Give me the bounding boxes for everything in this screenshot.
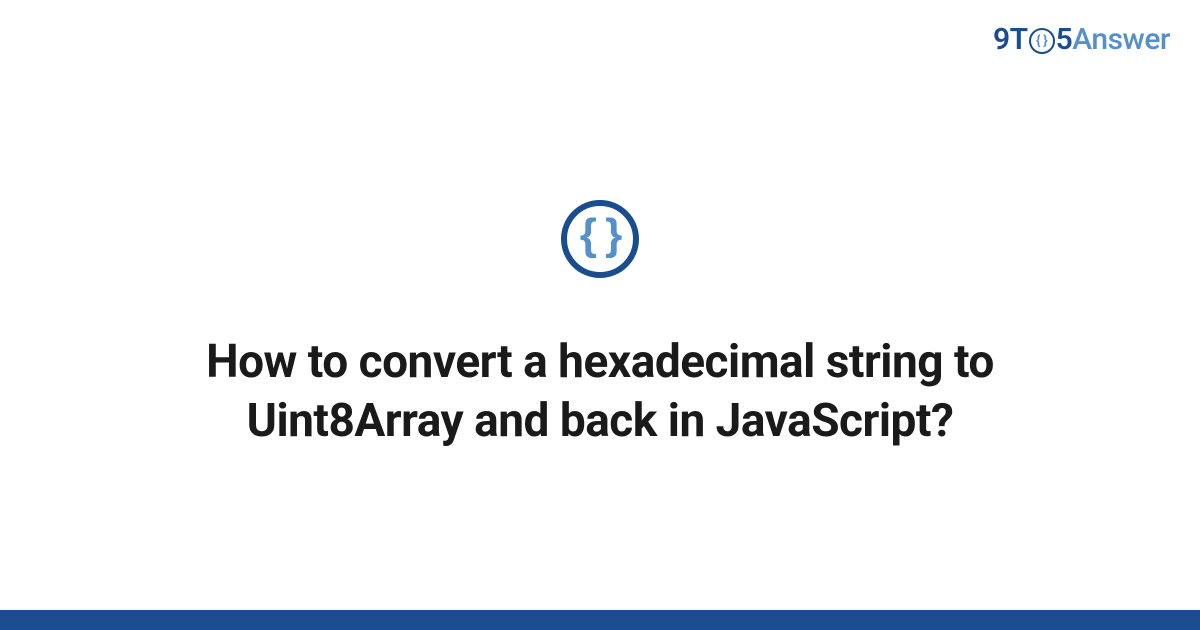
main-content: { } How to convert a hexadecimal string … bbox=[0, 0, 1200, 610]
topic-icon-glyph: { } bbox=[580, 210, 620, 260]
page-title: How to convert a hexadecimal string to U… bbox=[150, 333, 1050, 451]
topic-braces-icon: { } bbox=[561, 200, 639, 278]
bottom-bar bbox=[0, 610, 1200, 630]
